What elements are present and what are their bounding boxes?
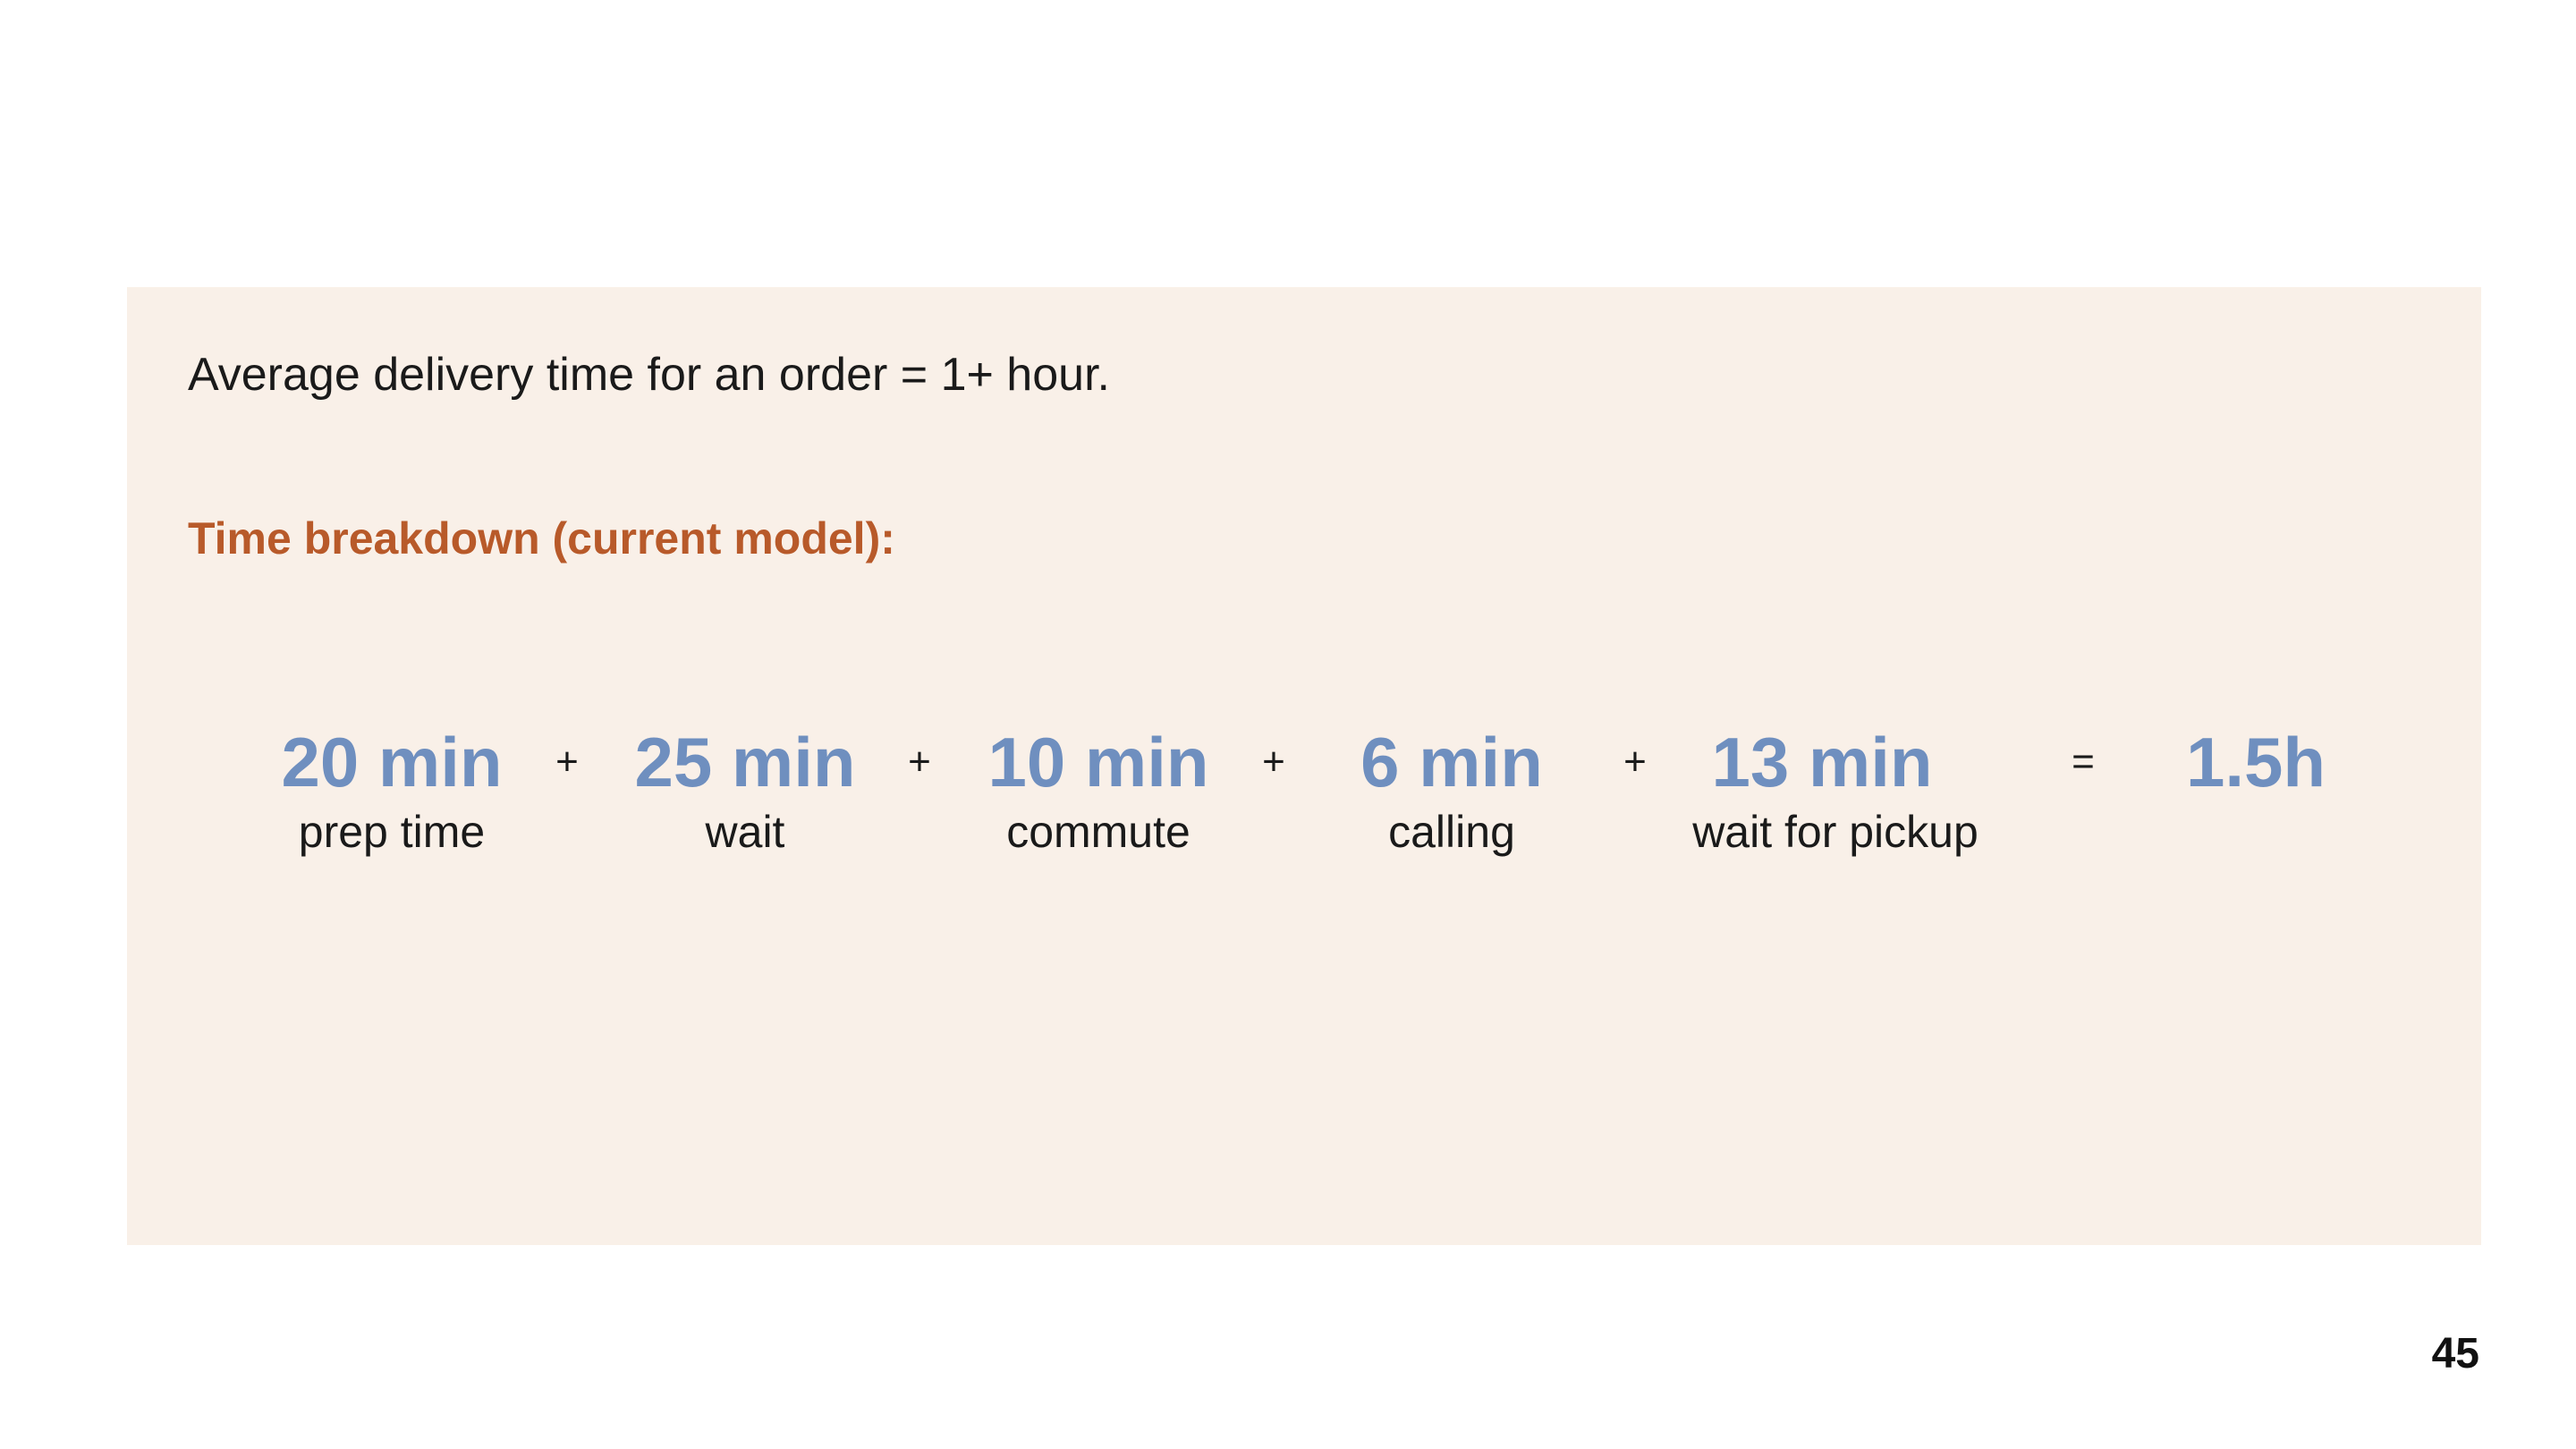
term-calling: 6 min calling [1291,719,1613,859]
term-label: wait for pickup [1692,807,1979,857]
total-time: 1.5h [2122,719,2390,805]
term-label: calling [1388,807,1515,857]
page-number: 45 [2431,1330,2479,1377]
term-value: 20 min [281,723,503,801]
content-panel: Average delivery time for an order = 1+ … [127,287,2481,1245]
term-label: commute [1006,807,1191,857]
term-prep-time: 20 min prep time [231,719,553,859]
slide: Average delivery time for an order = 1+ … [0,0,2576,1449]
time-breakdown-heading: Time breakdown (current model): [188,513,895,564]
term-commute: 10 min commute [937,719,1259,859]
term-value: 13 min [1711,723,1933,801]
total-value: 1.5h [2185,723,2326,801]
intro-text: Average delivery time for an order = 1+ … [188,349,1110,401]
term-wait-for-pickup: 13 min wait for pickup [1657,719,2014,859]
term-label: wait [705,807,785,857]
term-label: prep time [298,807,486,857]
equals-operator: = [2072,740,2095,784]
term-value: 10 min [987,723,1209,801]
plus-operator: + [1623,740,1647,784]
term-value: 25 min [634,723,856,801]
term-value: 6 min [1360,723,1543,801]
term-wait: 25 min wait [584,719,906,859]
